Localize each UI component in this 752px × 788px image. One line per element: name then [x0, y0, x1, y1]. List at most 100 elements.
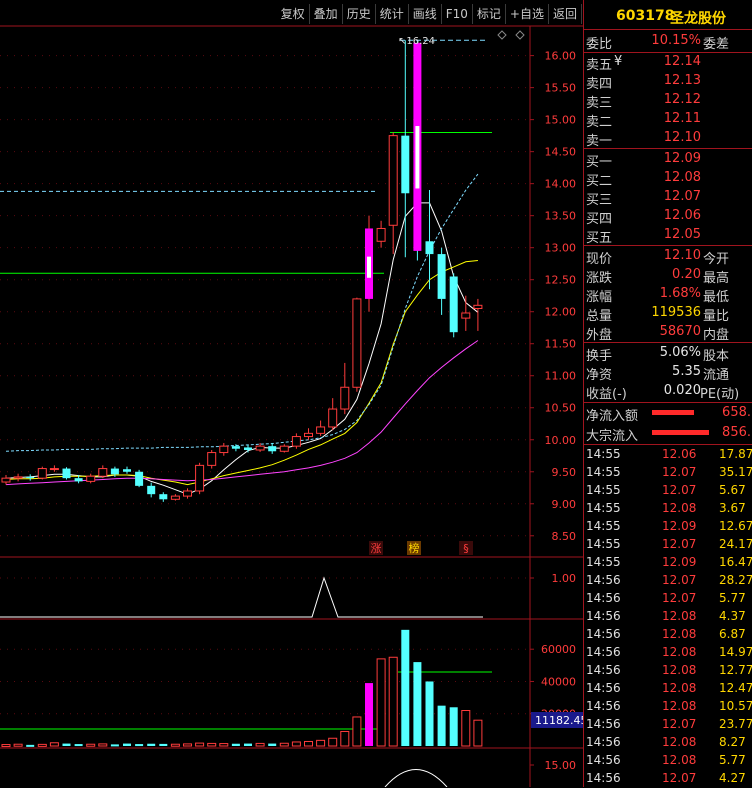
bid-price: 12.09: [663, 151, 701, 166]
toolbar-mark-button[interactable]: 标记: [473, 4, 506, 24]
bid-price: 12.08: [663, 170, 701, 185]
price-axis-label: 13.50: [545, 210, 577, 223]
tick-row: 14:55 12.07 24.17: [584, 536, 752, 554]
stock-name: 圣龙股份: [670, 11, 726, 27]
tick-volume: 14.97: [719, 645, 752, 659]
price-axis-label: 14.00: [545, 178, 577, 191]
ask-label: 卖二: [586, 115, 613, 130]
candle-body-up: [219, 445, 229, 454]
ask-row[interactable]: 卖三 12.12: [584, 91, 752, 111]
ask-row[interactable]: 卖二 12.11: [584, 110, 752, 130]
volume-bar-up: [316, 739, 326, 747]
tick-price: 12.08: [662, 753, 697, 767]
weibi-row: 委比 10.15% 委差: [584, 32, 752, 52]
weibi-value: 10.15%: [651, 33, 701, 48]
tick-time: 14:56: [586, 645, 621, 659]
volume-bar-up: [183, 743, 192, 747]
volume-bar-up: [86, 743, 96, 747]
candle-body-down: [437, 254, 446, 299]
ask-row[interactable]: 卖五 ¥ 12.14: [584, 53, 752, 73]
candle-body-down: [244, 447, 252, 450]
flow-value: 658.: [722, 405, 751, 420]
event-marker: 涨: [371, 542, 382, 555]
bid-row[interactable]: 买二 12.08: [584, 169, 752, 189]
tick-price: 12.08: [662, 681, 697, 695]
toolbar-back-button[interactable]: 返回: [549, 4, 582, 24]
ask-price: 12.14: [663, 54, 701, 69]
toolbar-restore-rights-button[interactable]: 复权: [277, 4, 310, 24]
volume-bar-up: [461, 710, 471, 747]
tick-volume: 5.77: [719, 591, 746, 605]
toolbar-overlay-button[interactable]: 叠加: [310, 4, 343, 24]
tick-row: 14:56 12.08 8.27: [584, 734, 752, 752]
toolbar-add-watchlist-button[interactable]: +自选: [506, 4, 549, 24]
tick-price: 12.08: [662, 699, 697, 713]
ask-row[interactable]: 卖四 12.13: [584, 72, 752, 92]
quote-label: 涨跌: [586, 271, 613, 286]
price-axis-label: 12.00: [545, 306, 577, 319]
tick-time: 14:56: [586, 663, 621, 677]
tick-volume: 10.57: [719, 699, 752, 713]
candle-body-down: [401, 135, 410, 194]
bid-price: 12.05: [663, 227, 701, 242]
tick-volume: 5.77: [719, 753, 746, 767]
finance-value: 0.020: [663, 383, 701, 398]
tick-time: 14:55: [586, 555, 621, 569]
ask-row[interactable]: 卖一 12.10: [584, 129, 752, 149]
tick-row: 14:56 12.08 10.57: [584, 698, 752, 716]
bid-label: 买三: [586, 193, 613, 208]
bid-price: 12.06: [663, 208, 701, 223]
candle-body-down: [159, 494, 168, 500]
candle-body-up: [49, 468, 59, 471]
volume-bar-up: [328, 737, 338, 747]
volume-bar-down: [413, 662, 422, 746]
toolbar-draw-line-button[interactable]: 画线: [409, 4, 442, 24]
toolbar-history-button[interactable]: 历史: [343, 4, 376, 24]
volume-bar-up: [49, 742, 59, 747]
finance-row: 净资 5.35 流通: [584, 363, 752, 383]
weibi-label: 委比: [586, 37, 613, 52]
tick-time: 14:55: [586, 519, 621, 533]
tick-price: 12.07: [662, 465, 697, 479]
price-axis-label: 9.00: [552, 498, 577, 511]
volume-bar-up: [219, 743, 229, 747]
candle-body-up: [255, 445, 265, 451]
bid-row[interactable]: 买三 12.07: [584, 188, 752, 208]
volume-bar-down: [135, 744, 144, 747]
tick-volume: 16.47: [719, 555, 752, 569]
tick-volume: 12.77: [719, 663, 752, 677]
quote-row: 涨跌 0.20 最高: [584, 266, 752, 286]
finance-value: 5.35: [672, 364, 701, 379]
candle-body-up: [328, 408, 338, 428]
bid-label: 买二: [586, 174, 613, 189]
ask-label: 卖四: [586, 77, 613, 92]
tick-volume: 3.67: [719, 501, 746, 515]
tick-row: 14:55 12.07 5.67: [584, 482, 752, 500]
candle-body-highlight: [367, 256, 371, 278]
tick-price: 12.08: [662, 735, 697, 749]
candle-body-up: [279, 445, 289, 452]
ma-line-ma5: [5, 202, 479, 495]
candle-body-up: [170, 495, 180, 500]
candle-body-down: [268, 446, 277, 452]
lower-indicator-line: [384, 769, 448, 787]
candle-body-up: [207, 452, 217, 466]
toolbar-f10-button[interactable]: F10: [442, 4, 473, 24]
bid-row[interactable]: 买五 12.05: [584, 226, 752, 246]
tick-price: 12.07: [662, 591, 697, 605]
tick-row: 14:56 12.08 4.37: [584, 608, 752, 626]
tick-row: 14:56 12.08 6.87: [584, 626, 752, 644]
tick-time: 14:55: [586, 483, 621, 497]
bid-row[interactable]: 买一 12.09: [584, 150, 752, 170]
current-volume-label: 11182.45: [535, 714, 588, 727]
toolbar-statistics-button[interactable]: 统计: [376, 4, 409, 24]
finance-label-right: PE(动): [700, 387, 740, 402]
bid-row[interactable]: 买四 12.06: [584, 207, 752, 227]
tick-row: 14:56 12.08 14.97: [584, 644, 752, 662]
tick-time: 14:56: [586, 591, 621, 605]
volume-bar-up: [170, 743, 180, 747]
candle-body-up: [183, 490, 192, 497]
ask-price: 12.10: [663, 130, 701, 145]
diamond-icon: [515, 30, 525, 40]
quote-value: 0.20: [672, 267, 701, 282]
